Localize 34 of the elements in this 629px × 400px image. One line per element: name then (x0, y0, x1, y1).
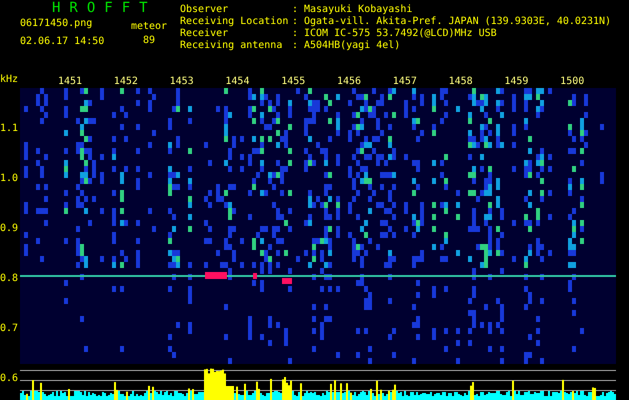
x-tick-label: 1458 (448, 76, 474, 88)
meteor-label: meteor (130, 21, 168, 33)
y-tick-label: 0.8 (0, 272, 18, 286)
x-tick-label: 1451 (58, 76, 84, 88)
y-tick-label: 0.6 (0, 372, 18, 386)
colon: : (292, 4, 300, 16)
y-tick-label: 1.0 (0, 172, 18, 186)
x-tick-label: 1457 (392, 76, 418, 88)
y-tick-label: 0.9 (0, 222, 18, 236)
x-tick-label: 1500 (560, 76, 586, 88)
meteor-count: 89 (142, 35, 156, 47)
info-value: Masayuki Kobayashi (304, 4, 412, 16)
axis-unit: kHz (0, 74, 20, 86)
y-tick-label: 1.1 (0, 122, 18, 136)
info-value: ICOM IC-575 53.7492(@LCD)MHz USB (304, 28, 497, 40)
app-title: HROFFT (52, 0, 158, 15)
file-name: 06171450.png (20, 17, 94, 31)
info-label: Receiver (180, 28, 230, 40)
x-tick-label: 1454 (225, 76, 250, 88)
x-tick-label: 1452 (114, 76, 139, 88)
info-label: Receiving antenna (180, 40, 284, 52)
info-value: A504HB(yagi 4el) (304, 40, 400, 52)
info-label: Receiving Location (180, 16, 290, 28)
x-tick-label: 1455 (281, 76, 306, 88)
info-label: Observer (180, 4, 230, 16)
colon: : (292, 28, 300, 40)
date-time: 02.06.17 14:50 (20, 35, 106, 49)
colon: : (292, 16, 300, 28)
colon: : (292, 40, 300, 52)
x-tick-label: 1453 (170, 76, 195, 88)
y-tick-label: 0.7 (0, 322, 18, 336)
x-tick-label: 1459 (504, 76, 530, 88)
info-value: Ogata-vill. Akita-Pref. JAPAN (139.9303E, 40.0231N) (304, 16, 612, 28)
x-tick-label: 1456 (336, 76, 362, 88)
